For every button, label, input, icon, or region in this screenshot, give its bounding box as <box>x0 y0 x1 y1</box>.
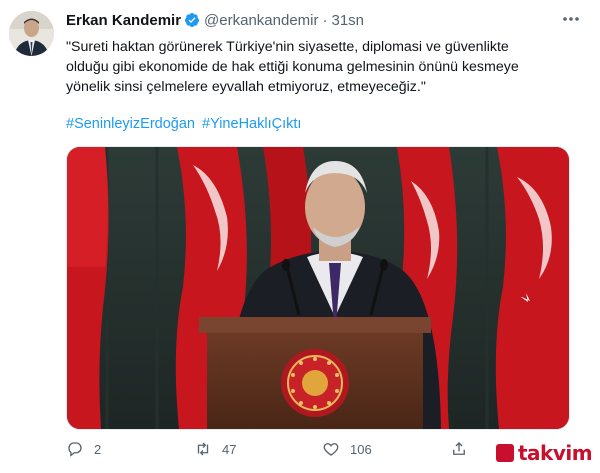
tweet-text-line: olduğu gibi ekonomide de hak ettiği konu… <box>66 59 519 75</box>
hashtag-link[interactable]: #YineHaklıÇıktı <box>202 116 301 132</box>
like-button[interactable]: 106 <box>322 440 372 458</box>
takvim-logo-icon <box>496 444 514 462</box>
more-options-icon[interactable] <box>560 10 582 28</box>
reply-count: 2 <box>94 441 102 457</box>
tweet-card[interactable]: Erkan Kandemir @erkankandemir · 31sn "Su… <box>0 0 600 473</box>
author-handle[interactable]: @erkankandemir <box>204 12 318 29</box>
hashtags: #SeninleyizErdoğan #YineHaklıÇıktı <box>66 116 304 132</box>
reply-button[interactable]: 2 <box>66 440 101 458</box>
retweet-icon <box>197 442 209 456</box>
hashtag-link[interactable]: #SeninleyizErdoğan <box>66 116 195 132</box>
reply-icon <box>68 442 82 457</box>
author-name[interactable]: Erkan Kandemir <box>66 12 181 29</box>
header-separator: · <box>322 11 328 29</box>
takvim-watermark: takvim <box>496 439 596 467</box>
tweet-header: Erkan Kandemir @erkankandemir · 31sn <box>66 10 364 30</box>
share-button[interactable] <box>450 440 468 458</box>
author-avatar[interactable] <box>9 11 54 56</box>
tweet-text-line: yönelik sinsi çelmelere eyvallah etmiyor… <box>66 79 426 95</box>
retweet-button[interactable]: 47 <box>194 440 236 458</box>
tweet-text: "Sureti haktan görünerek Türkiye'nin siy… <box>66 37 576 97</box>
tweet-text-line: "Sureti haktan görünerek Türkiye'nin siy… <box>66 39 509 55</box>
watermark-text: takvim <box>518 441 593 465</box>
share-icon <box>453 442 465 455</box>
tweet-photo[interactable] <box>66 146 570 430</box>
like-count: 106 <box>350 441 372 457</box>
retweet-count: 47 <box>222 441 237 457</box>
tweet-timestamp[interactable]: 31sn <box>332 12 365 29</box>
verified-badge-icon <box>184 12 200 28</box>
heart-icon <box>323 443 339 456</box>
